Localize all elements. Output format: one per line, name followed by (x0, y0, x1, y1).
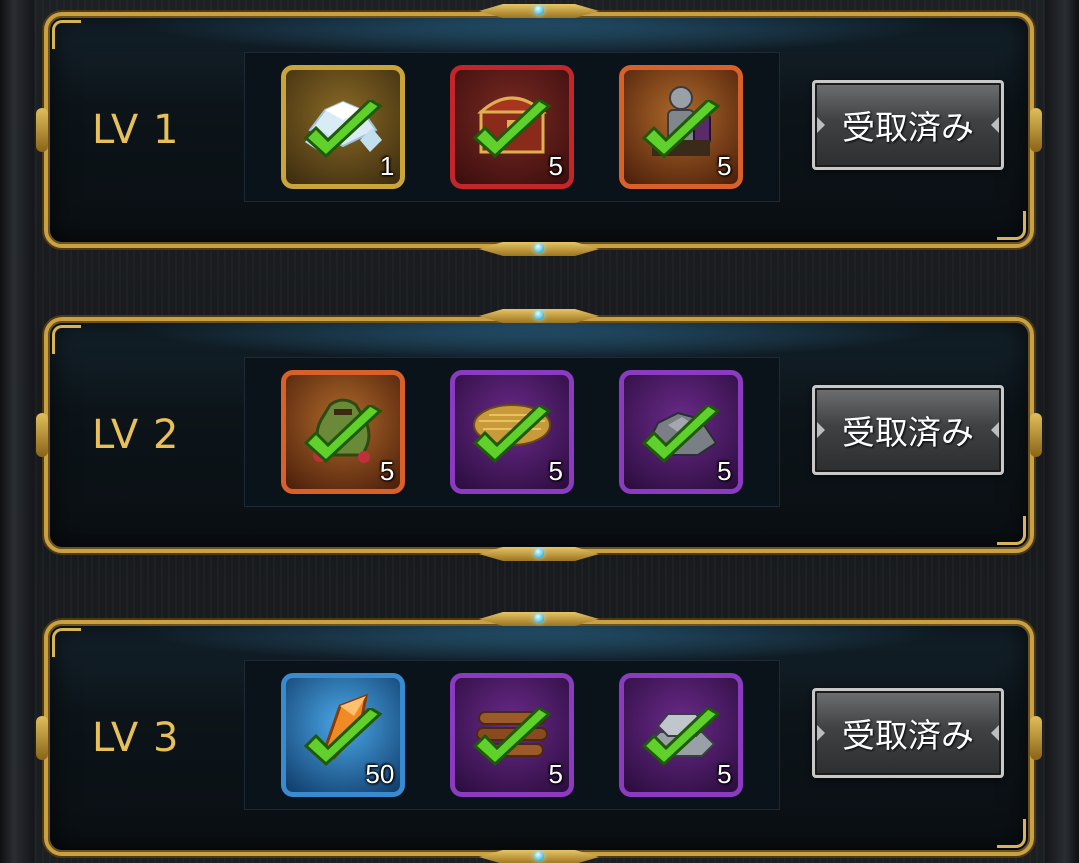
reward-item-chest[interactable]: 5 (449, 65, 574, 189)
level-rewards-screen: LV 1 1 5 5 受取済み LV 2 5 5 5 受取済み LV 3 50 … (0, 0, 1079, 863)
panel-right-clip (1030, 108, 1042, 152)
reward-count: 1 (379, 151, 395, 181)
reward-count: 5 (548, 456, 563, 486)
claimed-check-icon (641, 405, 721, 464)
reward-item-amber[interactable]: 50 (281, 673, 406, 797)
reward-item-wheat[interactable]: 5 (449, 370, 574, 494)
claimed-check-icon (472, 708, 552, 767)
tier-panel-lv2: LV 2 5 5 5 受取済み (36, 309, 1042, 561)
claimed-check-icon (472, 100, 552, 159)
panel-right-clip (1030, 716, 1042, 760)
panel-left-clip (36, 108, 48, 152)
reward-item-diamonds[interactable]: 1 (281, 65, 406, 189)
reward-count: 50 (365, 759, 395, 789)
tier-level-label: LV 2 (92, 412, 180, 458)
reward-item-knight[interactable]: 5 (618, 65, 743, 189)
tier-panel-lv3: LV 3 50 5 5 受取済み (36, 612, 1042, 863)
reward-item-gold-sack[interactable]: 5 (281, 370, 406, 494)
panel-top-ornament (479, 309, 599, 323)
panel-bottom-ornament (479, 850, 599, 863)
panel-top-ornament (479, 4, 599, 18)
tier-level-label: LV 3 (92, 715, 180, 761)
reward-count: 5 (548, 759, 563, 789)
tier-level-label: LV 1 (92, 107, 180, 153)
reward-count: 5 (717, 151, 732, 181)
reward-count: 5 (717, 759, 732, 789)
reward-count: 5 (379, 456, 395, 486)
panel-right-clip (1030, 413, 1042, 457)
claimed-check-icon (304, 405, 383, 464)
claimed-check-icon (641, 708, 721, 767)
panel-left-clip (36, 413, 48, 457)
panel-bottom-ornament (479, 242, 599, 256)
panel-top-ornament (479, 612, 599, 626)
claimed-check-icon (641, 100, 721, 159)
reward-item-stone[interactable]: 5 (618, 370, 743, 494)
panel-left-clip (36, 716, 48, 760)
claimed-button[interactable]: 受取済み (812, 385, 1004, 475)
claimed-check-icon (472, 405, 552, 464)
reward-item-iron[interactable]: 5 (618, 673, 743, 797)
tier-panel-lv1: LV 1 1 5 5 受取済み (36, 4, 1042, 256)
panel-bottom-ornament (479, 547, 599, 561)
reward-tray: 5 5 5 (244, 357, 780, 507)
claimed-button[interactable]: 受取済み (812, 80, 1004, 170)
right-frame-rail (1045, 0, 1079, 863)
left-frame-rail (0, 0, 34, 863)
reward-count: 5 (717, 456, 732, 486)
claimed-button[interactable]: 受取済み (812, 688, 1004, 778)
claimed-check-icon (304, 100, 383, 159)
reward-count: 5 (548, 151, 563, 181)
reward-tray: 50 5 5 (244, 660, 780, 810)
reward-item-lumber[interactable]: 5 (449, 673, 574, 797)
reward-tray: 1 5 5 (244, 52, 780, 202)
